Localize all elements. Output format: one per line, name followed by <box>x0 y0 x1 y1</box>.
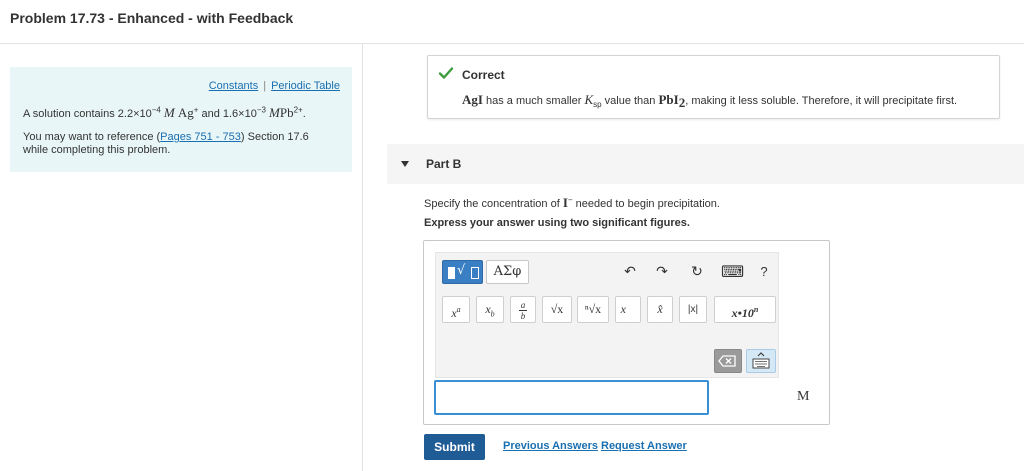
redo-icon[interactable]: ↷ <box>652 262 672 282</box>
question-text: Specify the concentration of I− needed t… <box>424 195 720 210</box>
fraction-button[interactable]: ab <box>510 296 536 323</box>
backspace-icon <box>718 355 736 367</box>
superscript-button[interactable]: xa <box>442 296 470 323</box>
links-separator: | <box>263 80 267 92</box>
previous-answers-link[interactable]: Previous Answers <box>503 440 598 452</box>
title-divider <box>0 43 1024 44</box>
absolute-value-button[interactable]: |x| <box>679 296 707 323</box>
periodic-table-link[interactable]: Periodic Table <box>271 80 340 92</box>
template-box-icon <box>471 267 479 279</box>
unit-vector-button[interactable]: x̂ <box>647 296 673 323</box>
nth-root-button[interactable]: ⁿ√x <box>577 296 609 323</box>
collapse-caret-icon[interactable] <box>401 161 409 167</box>
part-b-header[interactable]: Part B <box>387 144 1024 184</box>
column-divider <box>362 44 363 471</box>
answer-input[interactable] <box>434 380 709 415</box>
submit-button[interactable]: Submit <box>424 434 485 460</box>
problem-info-panel: Constants | Periodic Table A solution cont… <box>10 67 352 172</box>
reference-links: Constants | Periodic Table <box>209 80 340 92</box>
template-box-icon <box>448 267 455 279</box>
undo-icon[interactable]: ↶ <box>620 262 640 282</box>
textbook-reference: You may want to reference (Pages 751 - 7… <box>23 131 309 156</box>
virtual-keyboard-toggle[interactable] <box>746 349 776 373</box>
answer-widget: √ ΑΣφ ↶ ↷ ↻ ⌨ ? xa xb ab √x ⁿ√x x⃗ x̂ |x… <box>423 240 830 425</box>
math-toolbar: √ ΑΣφ ↶ ↷ ↻ ⌨ ? xa xb ab √x ⁿ√x x⃗ x̂ |x… <box>435 252 779 378</box>
scientific-notation-button[interactable]: x•10n <box>714 296 776 323</box>
help-button[interactable]: ? <box>757 262 771 282</box>
answer-instruction: Express your answer using two significan… <box>424 217 690 229</box>
request-answer-link[interactable]: Request Answer <box>601 440 687 452</box>
keyboard-icon <box>752 352 770 369</box>
keyboard-shortcuts-icon[interactable]: ⌨ <box>721 262 744 282</box>
problem-statement: A solution contains 2.2×10−4 M Ag+ and 1… <box>23 105 306 120</box>
templates-button[interactable]: √ <box>442 260 483 284</box>
constants-link[interactable]: Constants <box>209 80 259 92</box>
feedback-status: Correct <box>462 68 505 82</box>
subscript-button[interactable]: xb <box>476 296 504 323</box>
answer-unit: M <box>797 389 810 404</box>
part-b-label: Part B <box>426 157 462 171</box>
radical-icon: √ <box>457 263 466 278</box>
square-root-button[interactable]: √x <box>542 296 572 323</box>
checkmark-icon <box>438 67 454 79</box>
vector-button[interactable]: x⃗ <box>615 296 641 323</box>
greek-symbols-button[interactable]: ΑΣφ <box>486 260 529 284</box>
page-title: Problem 17.73 - Enhanced - with Feedback <box>10 10 294 26</box>
correct-feedback-box: Correct AgI has a much smaller Ksp value… <box>427 55 1000 119</box>
delete-key-button[interactable] <box>714 349 742 373</box>
feedback-message: AgI has a much smaller Ksp value than Pb… <box>462 92 958 111</box>
reset-icon[interactable]: ↻ <box>687 262 707 282</box>
pages-reference-link[interactable]: Pages 751 - 753 <box>160 131 241 143</box>
